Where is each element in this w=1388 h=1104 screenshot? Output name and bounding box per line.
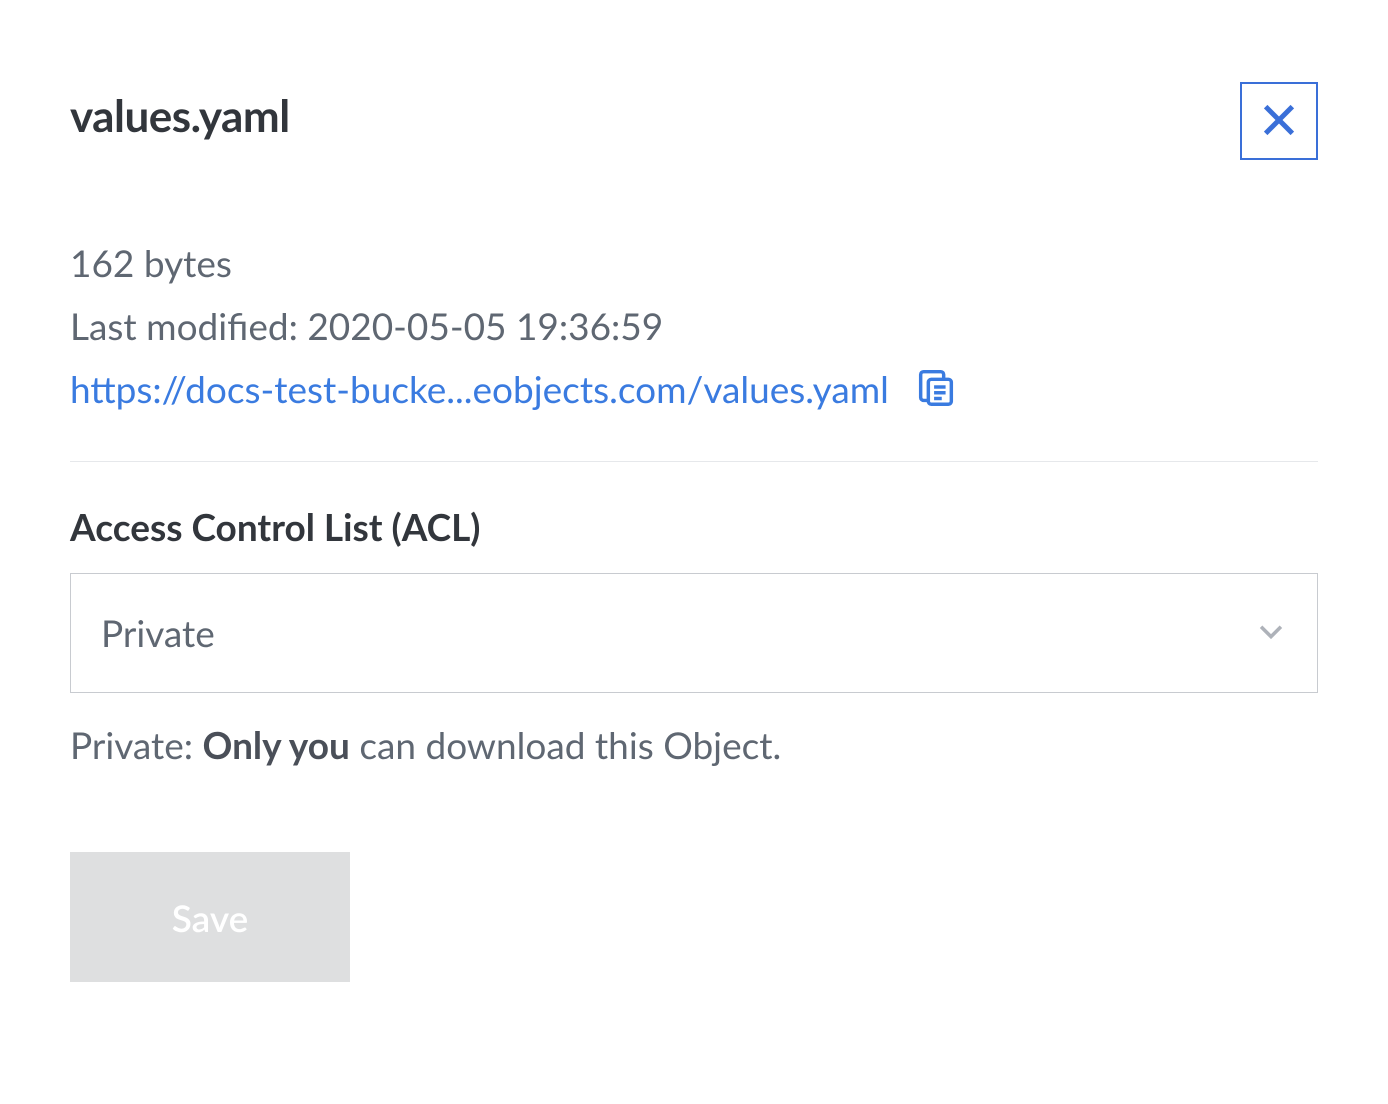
acl-help-prefix: Private: xyxy=(70,722,202,767)
close-button[interactable] xyxy=(1240,82,1318,160)
acl-help-suffix: can download this Object. xyxy=(350,722,781,767)
file-meta: 162 bytes Last modified: 2020-05-05 19:3… xyxy=(70,232,1318,421)
file-last-modified: Last modified: 2020-05-05 19:36:59 xyxy=(70,295,1318,358)
acl-select[interactable]: Private xyxy=(70,573,1318,693)
save-button[interactable]: Save xyxy=(70,852,350,982)
copy-url-button[interactable] xyxy=(913,364,959,414)
file-size: 162 bytes xyxy=(70,232,1318,295)
acl-label: Access Control List (ACL) xyxy=(70,504,1318,549)
divider xyxy=(70,461,1318,462)
acl-help-text: Private: Only you can download this Obje… xyxy=(70,717,1318,773)
close-icon xyxy=(1259,100,1299,143)
file-url-link[interactable]: https://docs-test-bucke...eobjects.com/v… xyxy=(70,358,889,421)
file-title: values.yaml xyxy=(70,90,290,142)
copy-icon xyxy=(913,364,959,414)
acl-help-bold: Only you xyxy=(202,722,349,767)
